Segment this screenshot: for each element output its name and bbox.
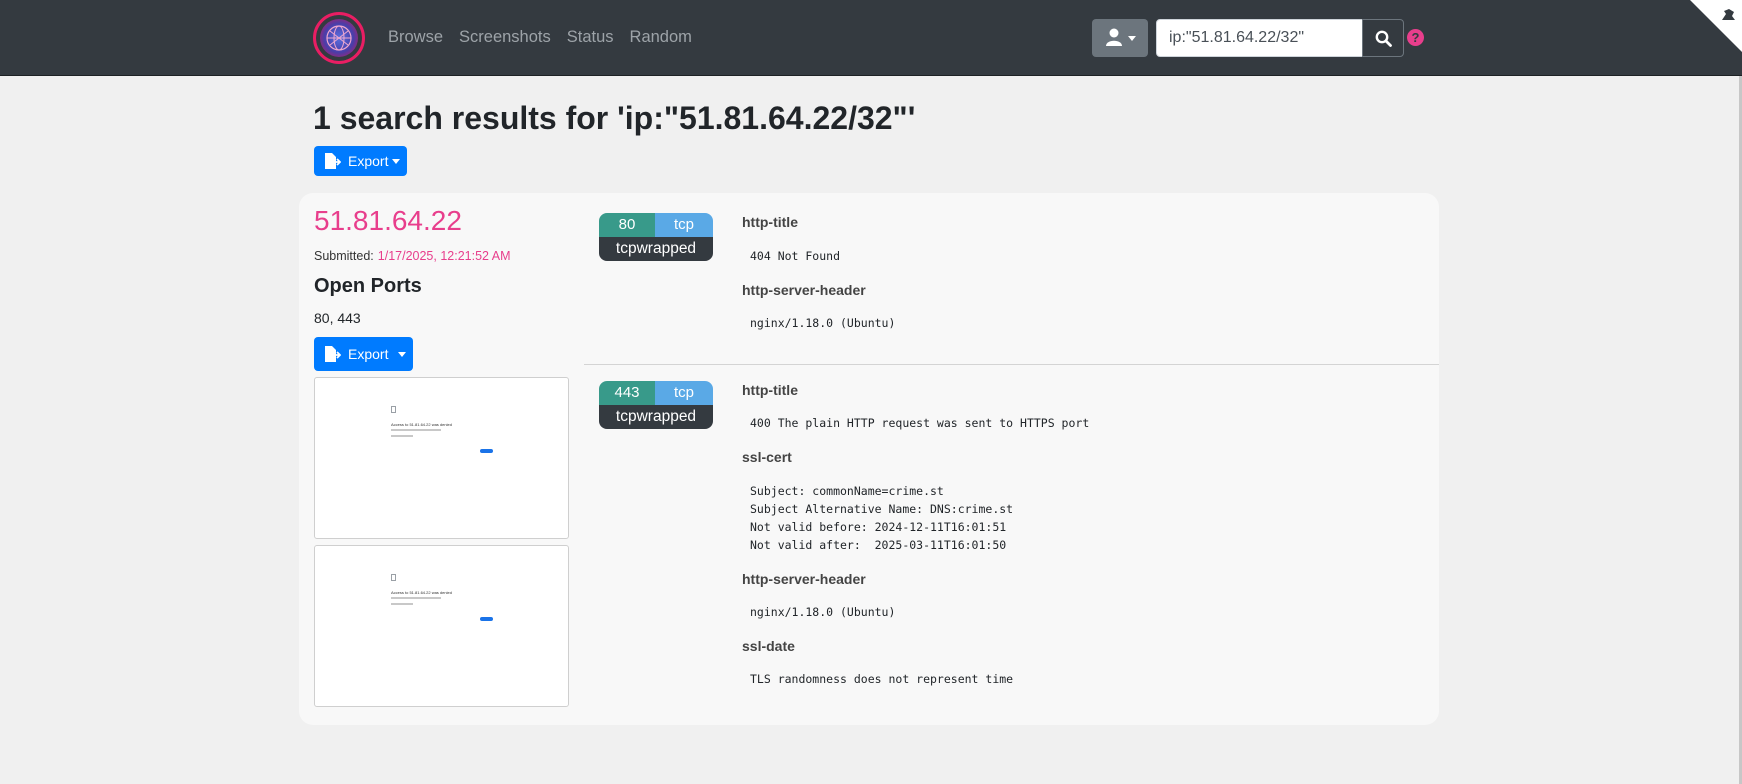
export-label: Export — [348, 346, 389, 362]
thumbnail-text-line — [391, 597, 441, 599]
submitted-line: Submitted: 1/17/2025, 12:21:52 AM — [314, 249, 511, 263]
thumbnail-button — [480, 617, 493, 621]
file-icon — [391, 574, 396, 581]
thumbnail-heading: Access to 51.81.64.22 was denied — [391, 590, 452, 595]
chevron-down-icon — [392, 159, 400, 164]
user-icon — [1106, 28, 1122, 46]
user-menu-button[interactable] — [1092, 19, 1148, 57]
nav-screenshots[interactable]: Screenshots — [459, 28, 551, 47]
search-button[interactable] — [1362, 19, 1404, 57]
port-number: 80 — [599, 213, 655, 237]
host-ip-link[interactable]: 51.81.64.22 — [314, 205, 462, 237]
port-divider — [584, 364, 1439, 365]
export-host-button[interactable]: Export — [314, 337, 413, 371]
thumbnail-button — [480, 449, 493, 453]
script-id: http-title — [742, 214, 798, 230]
chevron-down-icon — [1128, 36, 1136, 41]
nav-status[interactable]: Status — [567, 28, 614, 47]
script-id: ssl-date — [742, 638, 795, 654]
nav-random[interactable]: Random — [630, 28, 692, 47]
port-number: 443 — [599, 381, 655, 405]
thumbnail-heading: Access to 51.81.64.22 was denied — [391, 422, 452, 427]
port-protocol: tcp — [655, 213, 713, 237]
nav-browse[interactable]: Browse — [388, 28, 443, 47]
submitted-label: Submitted: — [314, 249, 374, 263]
script-output: Subject: commonName=crime.st Subject Alt… — [750, 484, 1014, 552]
script-output: 400 The plain HTTP request was sent to H… — [750, 416, 1090, 430]
file-export-icon — [325, 153, 341, 169]
script-id: http-server-header — [742, 282, 866, 298]
file-icon — [391, 406, 396, 413]
corner-ribbon-icon — [1722, 9, 1735, 20]
script-output: TLS randomness does not represent time — [750, 672, 1014, 686]
chevron-down-icon — [398, 352, 406, 357]
file-export-icon — [325, 346, 341, 362]
port-badge[interactable]: 443 tcp tcpwrapped — [599, 381, 713, 429]
question-circle-icon[interactable]: ? — [1407, 29, 1424, 46]
port-service: tcpwrapped — [599, 237, 713, 261]
script-id: http-title — [742, 382, 798, 398]
open-ports-list: 80, 443 — [314, 310, 361, 326]
thumbnail-text-line — [391, 429, 441, 431]
search-input[interactable] — [1156, 19, 1363, 57]
port-protocol: tcp — [655, 381, 713, 405]
search-icon — [1375, 30, 1392, 47]
script-output: nginx/1.18.0 (Ubuntu) — [750, 316, 896, 330]
port-service: tcpwrapped — [599, 405, 713, 429]
globe-logo-icon[interactable] — [313, 12, 365, 64]
page-title: 1 search results for 'ip:"51.81.64.22/32… — [313, 100, 916, 136]
script-id: http-server-header — [742, 571, 866, 587]
open-ports-heading: Open Ports — [314, 275, 422, 297]
screenshot-thumbnail[interactable]: Access to 51.81.64.22 was denied — [314, 377, 569, 539]
thumbnail-text-line — [391, 435, 413, 437]
script-id: ssl-cert — [742, 449, 792, 465]
script-output: 404 Not Found — [750, 249, 841, 263]
navbar: Browse Screenshots Status Random ? — [0, 0, 1742, 76]
export-results-button[interactable]: Export — [314, 146, 407, 176]
screenshot-thumbnail[interactable]: Access to 51.81.64.22 was denied — [314, 545, 569, 707]
thumbnail-text-line — [391, 603, 413, 605]
port-badge[interactable]: 80 tcp tcpwrapped — [599, 213, 713, 261]
export-label: Export — [348, 153, 389, 169]
submitted-timestamp: 1/17/2025, 12:21:52 AM — [377, 249, 511, 263]
script-output: nginx/1.18.0 (Ubuntu) — [750, 605, 896, 619]
